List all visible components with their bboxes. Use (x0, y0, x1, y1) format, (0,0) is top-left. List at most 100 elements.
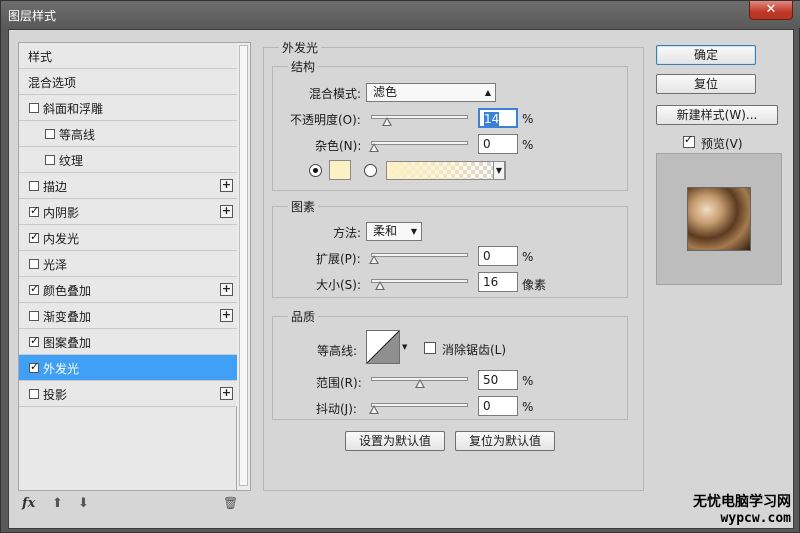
style-item-label: 斜面和浮雕 (43, 102, 104, 116)
style-item-texture[interactable]: 纹理 (19, 147, 238, 173)
method-select[interactable]: 柔和 ▼ (366, 222, 422, 241)
add-effect-icon[interactable]: + (220, 309, 233, 322)
range-label: 范围(R): (316, 376, 362, 390)
style-item-checkbox[interactable]: ✓ (29, 230, 40, 243)
check-icon: ✓ (30, 282, 40, 295)
range-input[interactable]: 50 (478, 370, 518, 390)
style-item-checkbox[interactable]: ✓ (29, 204, 40, 217)
noise-slider[interactable] (371, 141, 468, 145)
style-item-checkbox[interactable]: ✓ (29, 334, 39, 347)
jitter-slider-thumb[interactable] (369, 405, 379, 414)
style-item-checkbox[interactable] (45, 129, 55, 139)
style-item-inner-glow[interactable]: ✓ 内发光 (19, 225, 238, 251)
quality-title: 品质 (288, 308, 319, 325)
new-style-button[interactable]: 新建样式(W)... (656, 105, 778, 125)
style-item-label: 光泽 (43, 258, 68, 272)
solid-color-radio[interactable] (309, 164, 322, 177)
jitter-slider[interactable] (371, 403, 468, 407)
outer-glow-title: 外发光 (279, 39, 322, 56)
spread-slider[interactable] (371, 253, 468, 257)
opacity-input[interactable]: 14 (478, 108, 518, 128)
style-item-blending-options[interactable]: 混合选项 (19, 69, 238, 95)
move-up-icon[interactable]: ⬆ (52, 496, 63, 511)
noise-slider-thumb[interactable] (369, 143, 379, 152)
jitter-input[interactable]: 0 (478, 396, 518, 416)
add-effect-icon[interactable]: + (220, 387, 233, 400)
glow-color-swatch[interactable] (329, 160, 351, 180)
style-item-label: 内阴影 (43, 206, 80, 220)
style-item-styles[interactable]: 样式 (19, 43, 238, 69)
jitter-label: 抖动(J): (316, 402, 357, 416)
add-effect-icon[interactable]: + (220, 205, 233, 218)
preview-checkbox[interactable]: ✓ (683, 133, 695, 148)
dialog-client: 样式 混合选项 斜面和浮雕 等高线 纹理 描边 + ✓ 内阴影 + ✓ 内发光 光泽 ✓ 颜色叠加 + 渐变叠加… (8, 29, 794, 529)
style-item-label: 描边 (43, 180, 68, 194)
ok-button[interactable]: 确定 (656, 45, 756, 65)
style-item-stroke[interactable]: 描边 + (19, 173, 238, 199)
check-icon: ✓ (30, 230, 40, 243)
blend-mode-select[interactable]: 滤色 ▲ (366, 83, 496, 102)
reset-button[interactable]: 复位 (656, 74, 756, 94)
style-item-color-overlay[interactable]: ✓ 颜色叠加 + (19, 277, 238, 303)
gradient-picker[interactable] (386, 161, 506, 180)
gradient-dropdown-icon[interactable]: ▼ (493, 161, 505, 180)
check-icon: ✓ (30, 204, 40, 217)
fx-icon[interactable]: fx (22, 496, 35, 511)
style-item-satin[interactable]: 光泽 (19, 251, 238, 277)
structure-title: 结构 (288, 58, 319, 75)
gradient-radio[interactable] (364, 164, 377, 177)
style-item-contour[interactable]: 等高线 (19, 121, 238, 147)
style-item-bevel-emboss[interactable]: 斜面和浮雕 (19, 95, 238, 121)
range-slider-thumb[interactable] (414, 379, 425, 388)
blend-mode-value: 滤色 (373, 85, 398, 99)
style-item-label: 投影 (43, 388, 68, 402)
range-unit: % (522, 374, 534, 388)
check-icon: ✓ (30, 360, 40, 373)
title-bar[interactable]: 图层样式 ✕ (1, 1, 800, 28)
opacity-slider-thumb[interactable] (381, 117, 392, 126)
style-item-checkbox[interactable] (29, 311, 39, 321)
reset-default-button[interactable]: 复位为默认值 (455, 431, 555, 451)
style-item-label: 等高线 (59, 128, 96, 142)
style-list-footer: fx ⬆ ⬇ 🗑 (18, 492, 251, 518)
antialias-checkbox[interactable] (424, 342, 436, 354)
contour-dropdown-icon[interactable]: ▼ (402, 330, 410, 364)
style-item-label: 内发光 (43, 232, 80, 246)
scrollbar-thumb[interactable] (239, 45, 248, 486)
watermark-line1: 无忧电脑学习网 (693, 494, 791, 510)
trash-icon[interactable]: 🗑 (223, 496, 238, 510)
close-button[interactable]: ✕ (749, 1, 793, 20)
move-down-icon[interactable]: ⬇ (78, 496, 89, 511)
style-list-scrollbar[interactable] (237, 42, 251, 491)
style-item-outer-glow[interactable]: ✓ 外发光 (19, 355, 238, 381)
noise-input[interactable]: 0 (478, 134, 518, 154)
method-value: 柔和 (373, 224, 398, 238)
size-slider[interactable] (371, 279, 468, 283)
add-effect-icon[interactable]: + (220, 179, 233, 192)
spread-slider-thumb[interactable] (369, 255, 379, 264)
set-default-button[interactable]: 设置为默认值 (345, 431, 445, 451)
style-item-drop-shadow[interactable]: 投影 + (19, 381, 238, 407)
style-item-checkbox[interactable] (29, 103, 39, 113)
contour-curve-icon (366, 330, 400, 364)
style-item-checkbox[interactable]: ✓ (29, 282, 40, 295)
style-item-checkbox[interactable] (45, 155, 55, 165)
add-effect-icon[interactable]: + (220, 283, 233, 296)
style-item-checkbox[interactable] (29, 389, 39, 399)
style-item-pattern-overlay[interactable]: ✓ 图案叠加 (19, 329, 238, 355)
size-unit: 像素 (522, 278, 547, 292)
spread-input[interactable]: 0 (478, 246, 518, 266)
style-item-checkbox[interactable] (29, 181, 39, 191)
preview-box (656, 153, 782, 285)
blend-mode-label: 混合模式: (309, 87, 362, 101)
size-slider-thumb[interactable] (374, 281, 385, 290)
style-item-checkbox[interactable]: ✓ (29, 360, 40, 373)
style-item-inner-shadow[interactable]: ✓ 内阴影 + (19, 199, 238, 225)
style-item-gradient-overlay[interactable]: 渐变叠加 + (19, 303, 238, 329)
contour-picker[interactable] (366, 330, 400, 364)
watermark-line2: wypcw.com (720, 511, 791, 526)
jitter-unit: % (522, 400, 534, 414)
size-input[interactable]: 16 (478, 272, 518, 292)
style-item-label: 混合选项 (28, 76, 77, 90)
style-item-checkbox[interactable] (29, 259, 39, 269)
